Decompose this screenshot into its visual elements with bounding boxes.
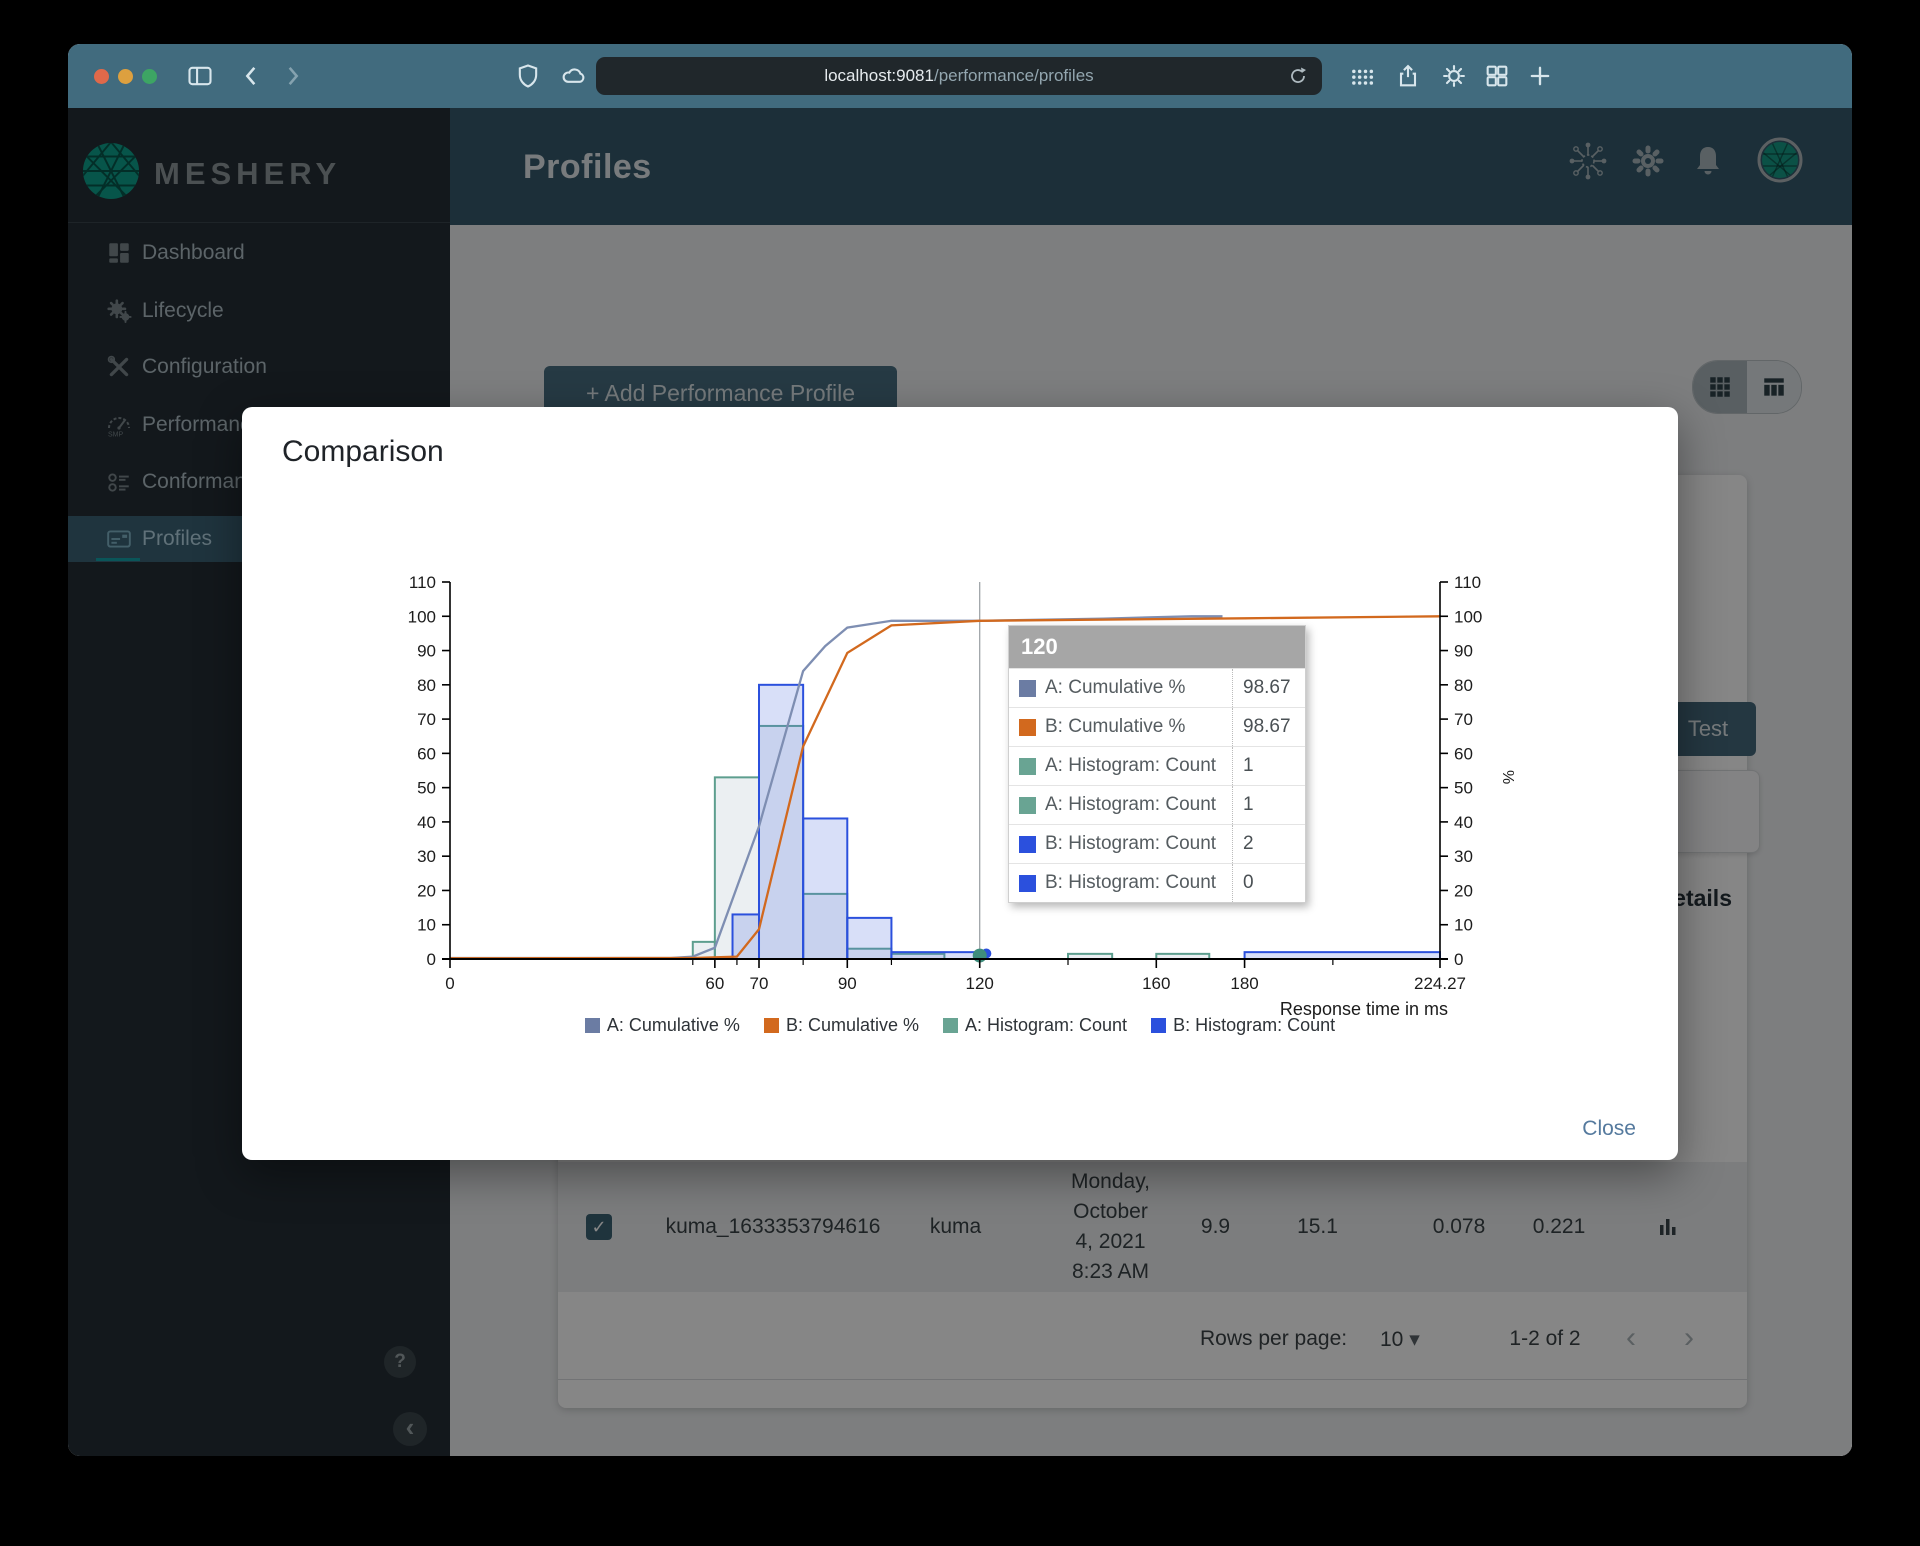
tooltip-value: 0 xyxy=(1232,864,1305,902)
svg-text:40: 40 xyxy=(1454,813,1473,832)
legend-item[interactable]: A: Histogram: Count xyxy=(943,1015,1127,1036)
tooltip-row: B: Histogram: Count 2 xyxy=(1009,824,1305,863)
svg-text:30: 30 xyxy=(1454,847,1473,866)
legend-label: B: Cumulative % xyxy=(785,1015,919,1035)
new-tab-icon[interactable] xyxy=(1526,62,1554,90)
svg-text:70: 70 xyxy=(417,710,436,729)
svg-text:0: 0 xyxy=(445,974,454,993)
svg-text:80: 80 xyxy=(417,676,436,695)
svg-text:70: 70 xyxy=(750,974,769,993)
legend-swatch xyxy=(943,1018,958,1033)
svg-text:80: 80 xyxy=(1454,676,1473,695)
svg-text:10: 10 xyxy=(1454,916,1473,935)
tooltip-swatch xyxy=(1019,718,1036,736)
chart-legend: A: Cumulative % B: Cumulative % A: Histogr… xyxy=(242,1015,1678,1036)
icloud-tab-icon[interactable] xyxy=(560,62,588,90)
url-path: /performance/profiles xyxy=(933,66,1094,85)
sidebar-toggle-icon[interactable] xyxy=(186,62,214,90)
svg-text:70: 70 xyxy=(1454,710,1473,729)
tooltip-value: 98.67 xyxy=(1232,669,1305,707)
tooltip-swatch xyxy=(1019,757,1036,775)
tooltip-row: A: Cumulative % 98.67 xyxy=(1009,668,1305,707)
svg-text:60: 60 xyxy=(1454,744,1473,763)
svg-text:60: 60 xyxy=(705,974,724,993)
svg-text:0: 0 xyxy=(427,950,436,969)
svg-text:30: 30 xyxy=(417,847,436,866)
comparison-chart: 0 010 1020 2030 3040 4050 5060 6070 7080 8090 9010… xyxy=(408,573,1516,1019)
tooltip-label: B: Histogram: Count xyxy=(1045,872,1217,893)
tooltip-value: 1 xyxy=(1232,786,1305,824)
address-bar[interactable]: localhost:9081/performance/profiles xyxy=(596,57,1322,95)
tooltip-value: 98.67 xyxy=(1232,708,1305,746)
forward-button[interactable] xyxy=(278,62,306,90)
tooltip-label: A: Cumulative % xyxy=(1045,677,1186,698)
svg-text:224.27: 224.27 xyxy=(1414,974,1466,993)
legend-label: B: Histogram: Count xyxy=(1173,1015,1336,1035)
svg-text:50: 50 xyxy=(1454,779,1473,798)
extensions-grid-icon[interactable] xyxy=(1348,62,1376,90)
svg-text:20: 20 xyxy=(1454,881,1473,900)
tooltip-row: B: Cumulative % 98.67 xyxy=(1009,707,1305,746)
svg-text:90: 90 xyxy=(1454,642,1473,661)
privacy-shield-icon[interactable] xyxy=(514,62,542,90)
legend-item[interactable]: A: Cumulative % xyxy=(584,1015,740,1036)
close-window-button[interactable] xyxy=(94,69,109,84)
tooltip-value: 1 xyxy=(1232,747,1305,785)
legend-item[interactable]: B: Histogram: Count xyxy=(1151,1015,1335,1036)
tooltip-row: B: Histogram: Count 0 xyxy=(1009,863,1305,902)
url-host: localhost:9081 xyxy=(824,66,934,85)
tooltip-title: 120 xyxy=(1009,626,1305,668)
minimize-window-button[interactable] xyxy=(118,69,133,84)
svg-text:10: 10 xyxy=(417,916,436,935)
comparison-modal: Comparison 0 0 10 10 20 20 30 30 40 40 50 50 60 60 70 7… xyxy=(242,407,1678,1160)
svg-text:40: 40 xyxy=(417,813,436,832)
svg-text:160: 160 xyxy=(1142,974,1170,993)
svg-text:0: 0 xyxy=(1454,950,1463,969)
svg-text:50: 50 xyxy=(417,779,436,798)
reload-icon[interactable] xyxy=(1286,64,1310,88)
svg-text:90: 90 xyxy=(417,642,436,661)
tooltip-label: B: Cumulative % xyxy=(1045,716,1186,737)
zoom-window-button[interactable] xyxy=(142,69,157,84)
legend-swatch xyxy=(763,1018,779,1033)
browser-toolbar: localhost:9081/performance/profiles xyxy=(68,44,1852,108)
tooltip-swatch xyxy=(1019,874,1036,892)
tooltip-label: A: Histogram: Count xyxy=(1045,755,1217,776)
tab-overview-icon[interactable] xyxy=(1483,62,1511,90)
svg-text:%: % xyxy=(1499,770,1516,784)
svg-text:110: 110 xyxy=(409,573,436,592)
svg-text:20: 20 xyxy=(417,881,436,900)
tooltip-swatch xyxy=(1019,679,1036,697)
svg-text:90: 90 xyxy=(838,974,857,993)
svg-text:180: 180 xyxy=(1230,974,1258,993)
svg-text:110: 110 xyxy=(1454,573,1481,592)
tooltip-swatch xyxy=(1019,835,1036,853)
chart-tooltip: 120 A: Cumulative % 98.67 B: Cumulative % 9… xyxy=(1008,625,1306,903)
svg-text:100: 100 xyxy=(408,607,436,626)
modal-title: Comparison xyxy=(282,435,444,468)
close-modal-button[interactable]: Close xyxy=(1576,1116,1642,1142)
tooltip-row: A: Histogram: Count 1 xyxy=(1009,746,1305,785)
legend-item[interactable]: B: Cumulative % xyxy=(763,1015,919,1036)
back-button[interactable] xyxy=(238,62,266,90)
tooltip-label: A: Histogram: Count xyxy=(1045,794,1217,815)
svg-text:60: 60 xyxy=(417,744,436,763)
tooltip-swatch xyxy=(1019,796,1036,814)
legend-label: A: Cumulative % xyxy=(606,1015,740,1035)
tooltip-row: A: Histogram: Count 1 xyxy=(1009,785,1305,824)
browser-settings-gear-icon[interactable] xyxy=(1440,62,1468,90)
browser-window: localhost:9081/performance/profiles Prof… xyxy=(68,44,1852,1456)
svg-text:100: 100 xyxy=(1454,607,1482,626)
tooltip-value: 2 xyxy=(1232,825,1305,863)
tooltip-label: B: Histogram: Count xyxy=(1045,833,1217,854)
legend-swatch xyxy=(1151,1018,1167,1033)
share-icon[interactable] xyxy=(1394,62,1422,90)
svg-text:120: 120 xyxy=(966,974,994,993)
legend-swatch xyxy=(584,1018,600,1033)
legend-label: A: Histogram: Count xyxy=(965,1015,1128,1035)
